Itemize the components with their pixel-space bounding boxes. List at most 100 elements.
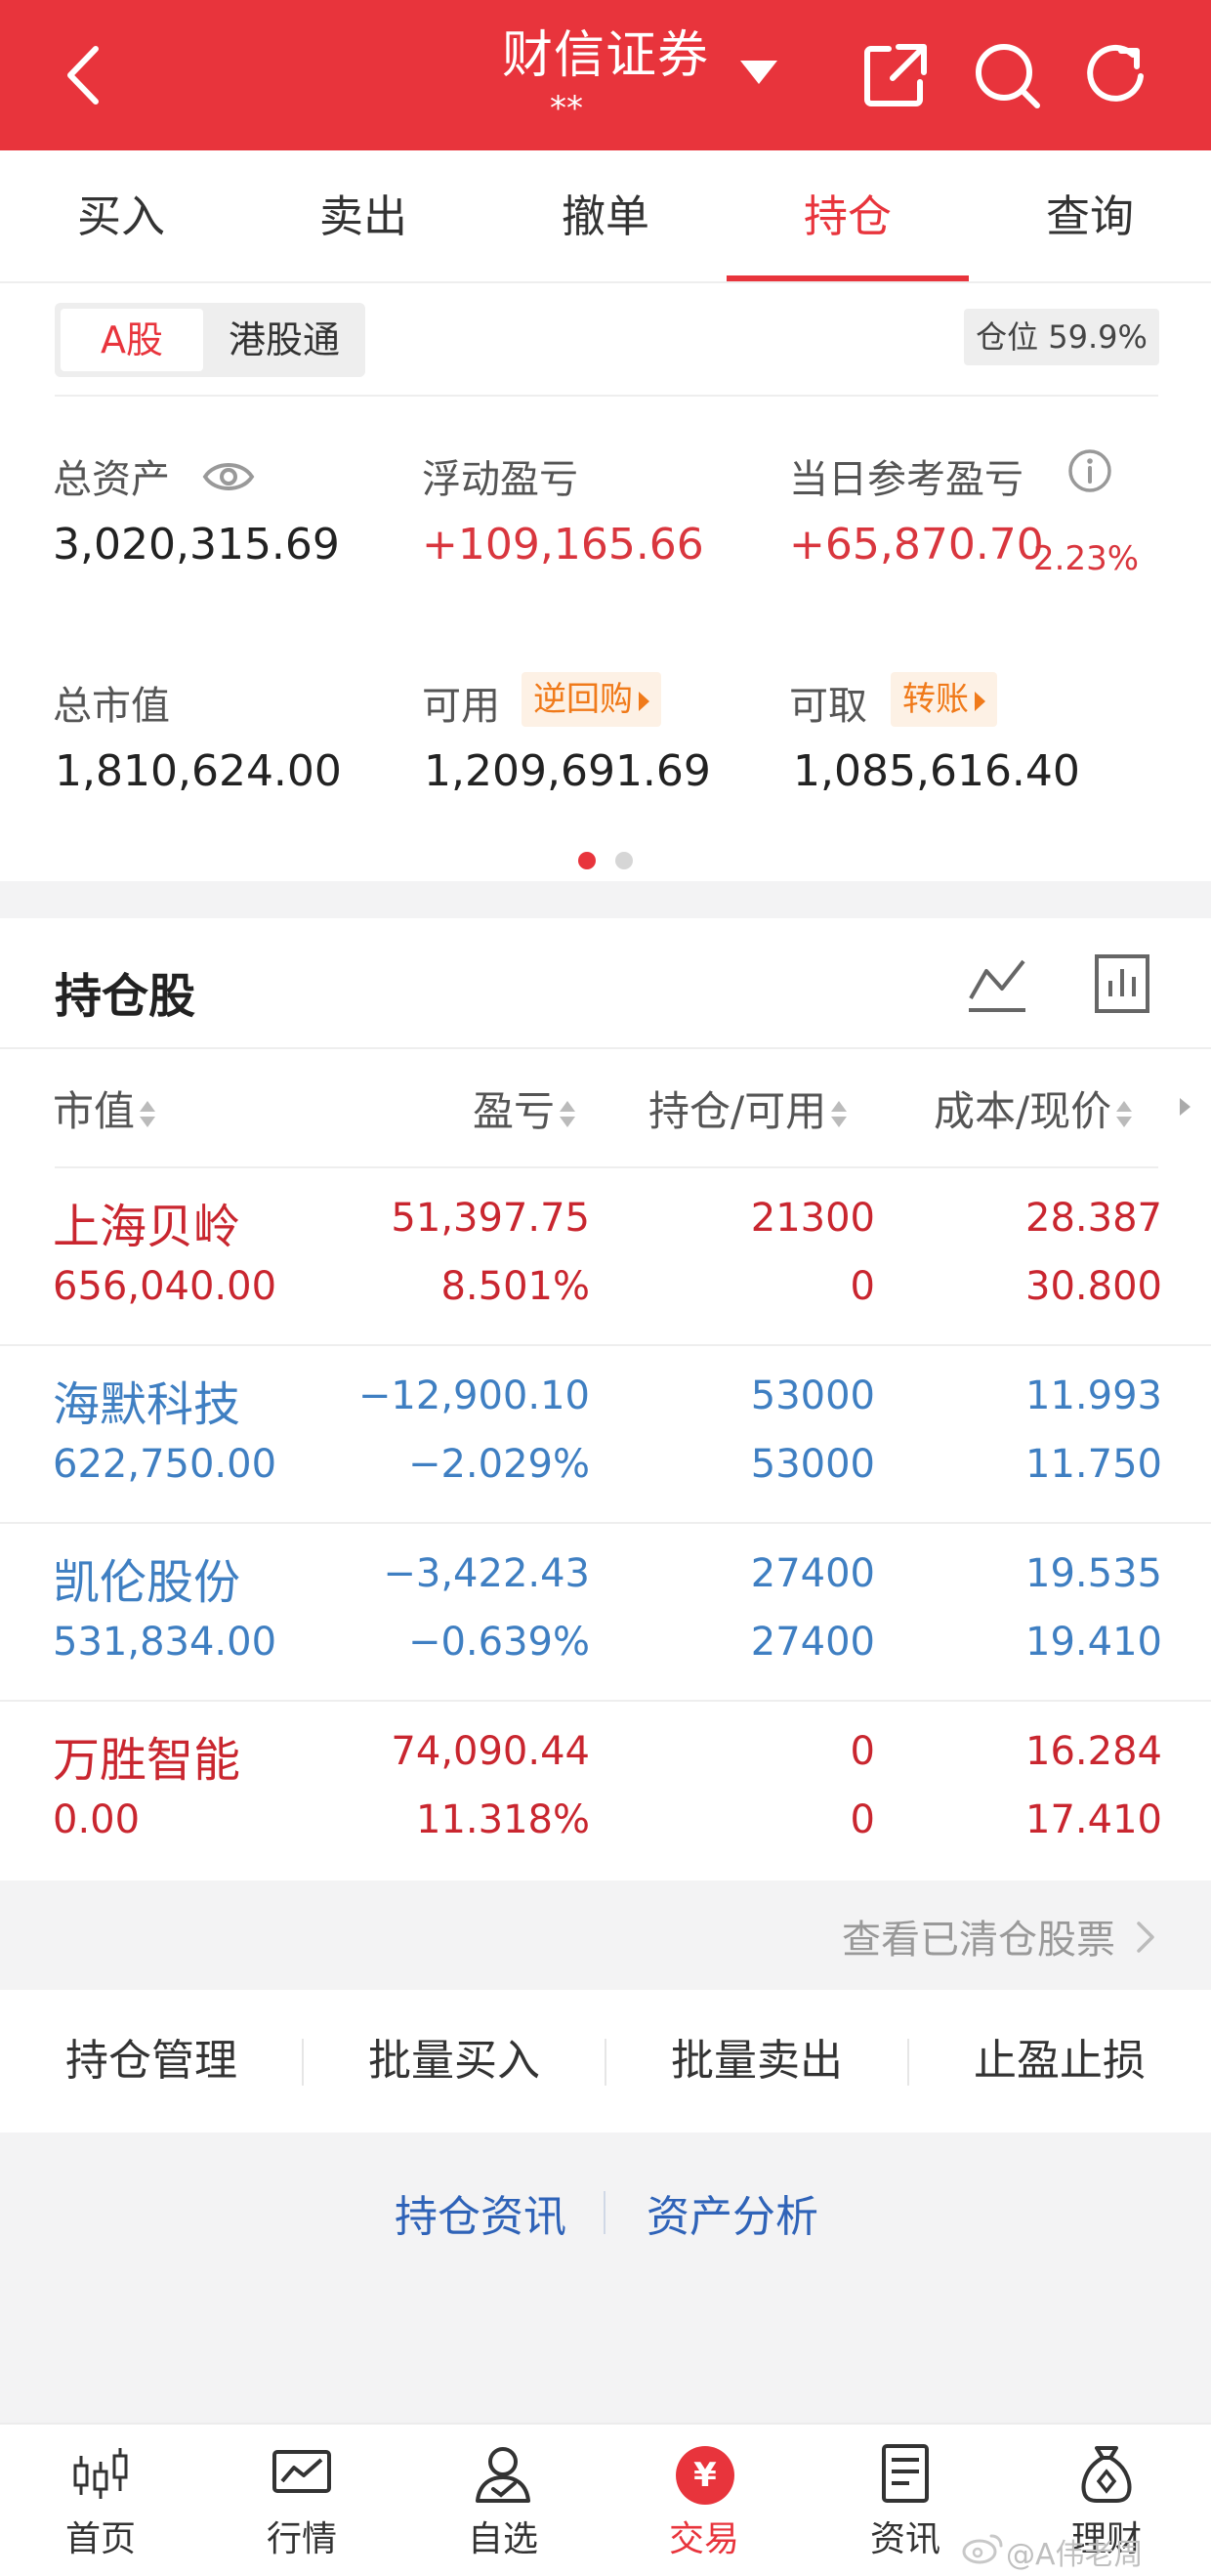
candlestick-icon (73, 2448, 128, 2499)
segment-a-share[interactable]: A股 (61, 309, 203, 371)
page-dot-active[interactable] (578, 852, 596, 869)
table-row[interactable]: 上海贝岭 656,040.00 51,397.75 8.501% 21300 0… (0, 1168, 1211, 1346)
table-row[interactable]: 万胜智能 0.00 74,090.44 11.318% 0 0 16.284 1… (0, 1702, 1211, 1879)
stock-qty: 21300 (750, 1196, 875, 1241)
tab-holdings[interactable]: 持仓 (727, 150, 969, 283)
position-ratio-badge: 仓位 59.9% (964, 309, 1159, 365)
sort-icon (559, 1097, 576, 1132)
weibo-icon (962, 2534, 1003, 2564)
stock-price: 17.410 (1025, 1797, 1162, 1842)
reverse-repo-label: 逆回购 (533, 680, 633, 719)
stock-market-value: 622,750.00 (53, 1442, 277, 1487)
table-row[interactable]: 海默科技 622,750.00 −12,900.10 −2.029% 53000… (0, 1346, 1211, 1524)
withdrawable-value: 1,085,616.40 (793, 746, 1080, 796)
col-cost-price[interactable]: 成本/现价 (934, 1078, 1133, 1138)
stock-cost: 16.284 (1025, 1729, 1162, 1774)
col-cost-price-label: 成本/现价 (934, 1087, 1112, 1135)
market-value-value: 1,810,624.00 (55, 746, 342, 796)
active-tab-indicator (727, 275, 969, 281)
available-label: 可用 (422, 684, 500, 729)
stock-pl-percent: −2.029% (407, 1442, 590, 1487)
account-dropdown-icon[interactable] (740, 61, 777, 84)
stock-name: 万胜智能 (53, 1733, 241, 1788)
search-icon[interactable] (971, 39, 1043, 111)
take-profit-stop-loss-button[interactable]: 止盈止损 (908, 1990, 1211, 2133)
sort-icon (139, 1097, 156, 1132)
total-assets-value: 3,020,315.69 (53, 520, 340, 570)
manage-holdings-button[interactable]: 持仓管理 (0, 1990, 303, 2133)
stock-available: 0 (850, 1264, 875, 1309)
back-arrow-icon[interactable] (57, 41, 115, 109)
info-icon[interactable] (1067, 448, 1112, 493)
reverse-repo-button[interactable]: 逆回购 (522, 672, 661, 727)
stock-market-value: 0.00 (53, 1797, 141, 1842)
trading-page: 财信证券 ** 买入 卖出 撤单 持仓 查询 A股 港股通 仓位 59.9% 总… (0, 0, 1211, 2576)
stock-pl-percent: 8.501% (440, 1264, 590, 1309)
total-assets-label: 总资产 (53, 457, 170, 502)
batch-buy-button[interactable]: 批量买入 (303, 1990, 606, 2133)
tab-query[interactable]: 查询 (969, 150, 1211, 283)
floating-pl-value: +109,165.66 (422, 520, 704, 570)
market-value-label: 总市值 (53, 684, 170, 729)
col-market-value-label: 市值 (53, 1087, 136, 1135)
col-market-value[interactable]: 市值 (53, 1078, 156, 1138)
info-links: 持仓资讯 资产分析 (0, 2133, 1211, 2279)
stock-market-value: 531,834.00 (53, 1620, 277, 1665)
nav-watchlist[interactable]: 自选 (402, 2425, 604, 2576)
stock-available: 0 (850, 1797, 875, 1842)
nav-market[interactable]: 行情 (201, 2425, 402, 2576)
floating-pl-label: 浮动盈亏 (422, 457, 578, 502)
stock-cost: 28.387 (1025, 1196, 1162, 1241)
yuan-icon: ¥ (676, 2446, 734, 2505)
eye-icon[interactable] (201, 455, 256, 498)
refresh-icon[interactable] (1082, 39, 1154, 111)
nav-label: 自选 (467, 2519, 538, 2559)
segment-hk-connect[interactable]: 港股通 (209, 309, 359, 371)
trade-tabs: 买入 卖出 撤单 持仓 查询 (0, 150, 1211, 283)
nav-home[interactable]: 首页 (0, 2425, 201, 2576)
line-chart-icon[interactable] (967, 953, 1027, 1016)
stock-name: 凯伦股份 (53, 1555, 241, 1610)
tab-cancel-order[interactable]: 撤单 (484, 150, 727, 283)
nav-trade[interactable]: ¥ 交易 (604, 2425, 805, 2576)
nav-label: 交易 (668, 2519, 739, 2559)
chevron-right-icon (1137, 1921, 1154, 1953)
table-row[interactable]: 凯伦股份 531,834.00 −3,422.43 −0.639% 27400 … (0, 1524, 1211, 1702)
transfer-button[interactable]: 转账 (891, 672, 997, 727)
stock-pl: 74,090.44 (391, 1729, 590, 1774)
stock-pl: −3,422.43 (383, 1551, 590, 1596)
withdrawable-label: 可取 (789, 684, 867, 729)
daily-pl-percent: 2.23% (1033, 539, 1140, 578)
stock-price: 11.750 (1025, 1442, 1162, 1487)
nav-label: 行情 (266, 2519, 337, 2559)
nav-label: 首页 (64, 2519, 136, 2559)
tab-buy[interactable]: 买入 (0, 150, 242, 283)
share-icon[interactable] (859, 39, 932, 111)
page-dot[interactable] (615, 852, 633, 869)
tab-sell[interactable]: 卖出 (242, 150, 484, 283)
app-header: 财信证券 ** (0, 0, 1211, 150)
cleared-stocks-link[interactable]: 查看已清仓股票 (0, 1880, 1211, 1990)
stock-price: 19.410 (1025, 1620, 1162, 1665)
holdings-section: 持仓股 市值 盈亏 持仓/可用 成本/现价 上海贝岭 656,040.00 51… (0, 918, 1211, 1880)
stock-pl: 51,397.75 (391, 1196, 590, 1241)
market-segment-control: A股 港股通 (55, 303, 365, 377)
stock-cost: 11.993 (1025, 1373, 1162, 1418)
stock-pl: −12,900.10 (357, 1373, 590, 1418)
stock-qty: 27400 (750, 1551, 875, 1596)
holding-actions: 持仓管理 批量买入 批量卖出 止盈止损 (0, 1990, 1211, 2133)
account-masked: ** (550, 89, 583, 128)
stock-name: 海默科技 (53, 1377, 241, 1432)
sort-icon (1115, 1097, 1133, 1132)
col-qty[interactable]: 持仓/可用 (648, 1078, 848, 1138)
watermark: @A伟老周 (1006, 2538, 1144, 2572)
account-summary: A股 港股通 仓位 59.9% 总资产 3,020,315.69 浮动盈亏 +1… (0, 283, 1211, 881)
scroll-right-icon[interactable] (1180, 1098, 1190, 1116)
asset-analysis-link[interactable]: 资产分析 (647, 2181, 818, 2244)
broker-title[interactable]: 财信证券 (469, 14, 742, 87)
batch-sell-button[interactable]: 批量卖出 (606, 1990, 908, 2133)
holding-news-link[interactable]: 持仓资讯 (395, 2181, 566, 2244)
bar-chart-icon[interactable] (1094, 953, 1150, 1014)
watchlist-person-icon (476, 2447, 530, 2503)
col-pl[interactable]: 盈亏 (473, 1078, 576, 1138)
